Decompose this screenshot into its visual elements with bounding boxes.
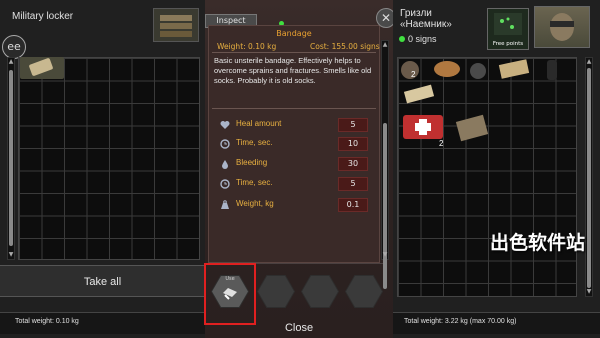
selected-action-highlight — [204, 263, 256, 325]
item-quantity: 2 — [411, 70, 416, 79]
take-all-button[interactable]: Take all — [0, 265, 205, 297]
locker-title: Military locker — [12, 11, 74, 22]
inventory-item[interactable]: 2 — [399, 59, 421, 81]
ammo-box-item[interactable] — [452, 110, 492, 146]
signs-balance: 0 signs — [408, 34, 437, 44]
free-points-button[interactable]: Free points — [487, 8, 529, 50]
divider — [212, 108, 376, 109]
stat-bleeding-time: Time, sec. 5 — [220, 177, 370, 191]
inspect-scrollbar[interactable]: ▲ ▼ — [381, 40, 389, 289]
character-name: Гризли — [400, 8, 432, 19]
stat-label: Heal amount — [236, 119, 282, 128]
locker-grid[interactable] — [18, 57, 200, 260]
character-title: «Наемник» — [400, 19, 452, 30]
stat-value: 0.1 — [338, 198, 368, 212]
divider — [212, 52, 376, 53]
free-points-label: Free points — [492, 41, 524, 47]
stat-label: Bleeding — [236, 158, 268, 167]
inventory-total-weight: Total weight: 3.22 kg (max 70.00 kg) — [404, 318, 517, 325]
stat-label: Weight, kg — [236, 199, 274, 208]
item-weight: Weight: 0.10 kg — [217, 42, 277, 51]
sort-icon[interactable]: ee — [2, 35, 26, 59]
locker-total-weight: Total weight: 0.10 kg — [15, 318, 79, 325]
blood-drop-icon — [222, 160, 228, 169]
inventory-item[interactable] — [466, 59, 490, 81]
item-name: Bandage — [276, 29, 312, 38]
stat-heal-time: Time, sec. 10 — [220, 137, 370, 151]
stat-heal-amount: Heal amount 5 — [220, 118, 370, 132]
stat-weight: Weight, kg 0.1 — [220, 198, 370, 212]
inventory-item[interactable] — [401, 84, 437, 104]
avatar[interactable] — [534, 6, 590, 48]
weight-icon — [221, 200, 229, 209]
stat-value: 5 — [338, 118, 368, 132]
stat-bleeding: Bleeding 30 — [220, 157, 370, 171]
left-scrollbar[interactable]: ▲ ▼ — [7, 57, 15, 260]
watermark: 出色软件站 — [490, 232, 586, 254]
stat-value: 10 — [338, 137, 368, 151]
signs-dot-icon — [399, 36, 405, 42]
item-quantity: 2 — [439, 139, 444, 148]
clock-icon — [220, 179, 230, 189]
inventory-item[interactable] — [542, 58, 562, 82]
item-cost: Cost: 155.00 signs — [310, 42, 380, 51]
inventory-item[interactable] — [496, 56, 532, 82]
radar-icon — [494, 13, 522, 35]
stat-label: Time, sec. — [236, 138, 273, 147]
heart-icon — [220, 121, 230, 129]
item-description: Basic unsterile bandage. Effectively hel… — [214, 56, 372, 85]
clock-icon — [220, 139, 230, 149]
inventory-item[interactable] — [430, 58, 464, 80]
right-scrollbar[interactable]: ▲ ▼ — [585, 57, 593, 297]
close-button[interactable]: Close — [205, 318, 393, 338]
bandage-item[interactable] — [20, 57, 64, 79]
stat-value: 30 — [338, 157, 368, 171]
stat-value: 5 — [338, 177, 368, 191]
medkit-item[interactable]: 2 — [399, 109, 447, 148]
stat-label: Time, sec. — [236, 178, 273, 187]
locker-icon — [153, 8, 199, 42]
